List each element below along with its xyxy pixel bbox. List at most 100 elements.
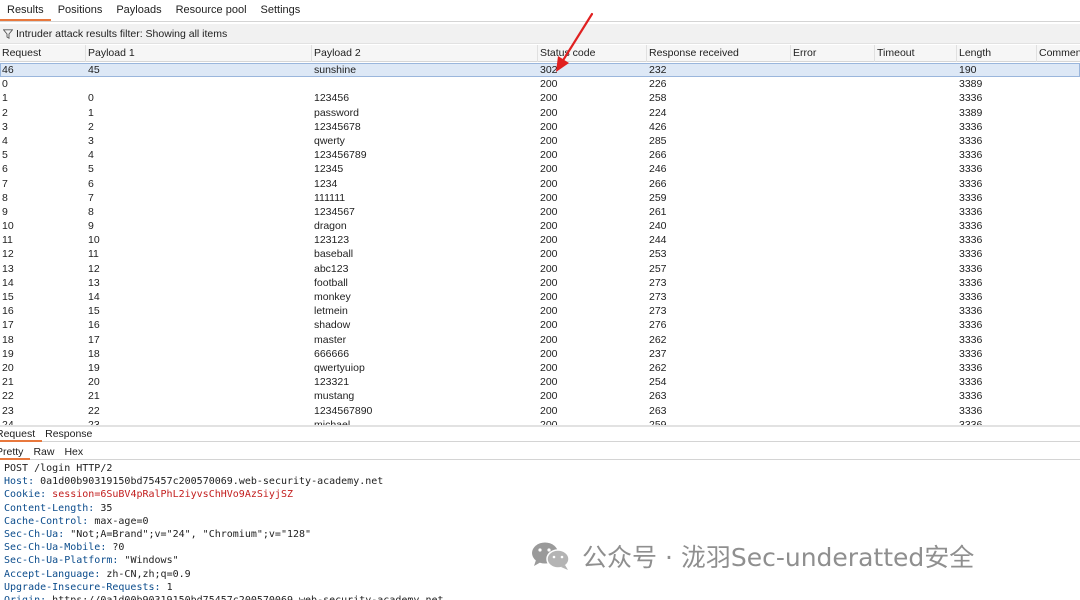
column-header-error[interactable]: Error — [791, 45, 875, 62]
cell-request: 5 — [2, 149, 8, 162]
cell-status-code: 200 — [540, 305, 558, 318]
cell-length: 3336 — [959, 291, 983, 303]
cell-timeout — [875, 77, 957, 91]
tab-positions[interactable]: Positions — [51, 0, 110, 21]
cell-comment — [1037, 191, 1080, 205]
column-header-timeout[interactable]: Timeout — [875, 45, 957, 62]
column-header-length[interactable]: Length — [957, 45, 1037, 62]
table-row[interactable]: 3 2 12345678 200 426 3336 — [0, 120, 1080, 134]
table-row[interactable]: 21 20 123321 200 254 3336 — [0, 375, 1080, 389]
table-row[interactable]: 18 17 master 200 262 3336 — [0, 333, 1080, 347]
cell-error — [791, 233, 875, 247]
header-separator: : — [100, 542, 113, 554]
header-line: Host: 0a1d00b90319150bd75457c200570069.w… — [4, 475, 1080, 488]
cell-length: 3336 — [959, 120, 983, 133]
request-editor[interactable]: POST /login HTTP/2 Host: 0a1d00b90319150… — [0, 462, 1080, 600]
table-row[interactable]: 17 16 shadow 200 276 3336 — [0, 318, 1080, 332]
table-row[interactable]: 5 4 123456789 200 266 3336 — [0, 148, 1080, 162]
table-row[interactable]: 6 5 12345 200 246 3336 — [0, 162, 1080, 176]
tab-resource-pool[interactable]: Resource pool — [169, 0, 254, 21]
tab-payloads[interactable]: Payloads — [109, 0, 168, 21]
tab-pretty[interactable]: Pretty — [0, 446, 31, 460]
cell-payload-2: abc123 — [314, 262, 349, 275]
table-row[interactable]: 11 10 123123 200 244 3336 — [0, 233, 1080, 247]
table-row[interactable]: 7 6 1234 200 266 3336 — [0, 177, 1080, 191]
table-header: Request Payload 1 Payload 2 Status code … — [0, 45, 1080, 62]
cell-length: 3336 — [959, 220, 983, 233]
cell-request: 13 — [2, 262, 14, 275]
cell-status-code: 200 — [540, 149, 558, 162]
table-row[interactable]: 16 15 letmein 200 273 3336 — [0, 304, 1080, 318]
table-row[interactable]: 0 200 226 3389 — [0, 77, 1080, 91]
table-row[interactable]: 4 3 qwerty 200 285 3336 — [0, 134, 1080, 148]
cell-length: 3336 — [959, 248, 983, 261]
header-separator: : — [40, 489, 53, 501]
table-row[interactable]: 1 0 123456 200 258 3336 — [0, 91, 1080, 105]
column-header-payload-1[interactable]: Payload 1 — [86, 45, 312, 62]
cell-response-received: 258 — [649, 92, 667, 105]
cell-payload-1: 2 — [88, 120, 94, 133]
table-row[interactable]: 12 11 baseball 200 253 3336 — [0, 247, 1080, 261]
table-row[interactable]: 24 23 michael 200 259 3336 — [0, 418, 1080, 425]
table-row[interactable]: 9 8 1234567 200 261 3336 — [0, 205, 1080, 219]
tab-hex[interactable]: Hex — [61, 446, 90, 460]
header-separator: : — [82, 515, 95, 527]
cell-comment — [1037, 148, 1080, 162]
tab-raw[interactable]: Raw — [30, 446, 61, 460]
cell-timeout — [875, 134, 957, 148]
cell-status-code: 200 — [540, 120, 558, 133]
cell-payload-2: 123456 — [314, 92, 350, 105]
cell-request: 6 — [2, 163, 8, 176]
cell-payload-1: 12 — [88, 262, 100, 275]
cell-status-code: 200 — [540, 177, 558, 190]
cell-timeout — [875, 233, 957, 247]
table-row[interactable]: 8 7 111111 200 259 3336 — [0, 191, 1080, 205]
cell-status-code: 200 — [540, 220, 558, 233]
header-value: 0a1d00b90319150bd75457c200570069.web-sec… — [40, 476, 384, 488]
cell-length: 3336 — [959, 376, 983, 389]
results-filter-bar[interactable]: Intruder attack results filter: Showing … — [0, 24, 1080, 44]
cell-status-code: 200 — [540, 333, 558, 346]
table-row[interactable]: 23 22 1234567890 200 263 3336 — [0, 404, 1080, 418]
cell-error — [791, 389, 875, 403]
results-table: Request Payload 1 Payload 2 Status code … — [0, 45, 1080, 425]
table-row[interactable]: 13 12 abc123 200 257 3336 — [0, 262, 1080, 276]
table-row[interactable]: 20 19 qwertyuiop 200 262 3336 — [0, 361, 1080, 375]
column-header-payload-2[interactable]: Payload 2 — [312, 45, 538, 62]
tab-request[interactable]: Request — [0, 427, 43, 442]
cell-payload-2: 1234567890 — [314, 404, 373, 417]
header-name: Upgrade-Insecure-Requests — [4, 581, 155, 593]
column-header-comment[interactable]: Comment — [1037, 45, 1080, 62]
cell-timeout — [875, 347, 957, 361]
cell-payload-2: shadow — [314, 319, 351, 332]
cell-comment — [1037, 134, 1080, 148]
cell-comment — [1037, 219, 1080, 233]
cell-request: 17 — [2, 319, 14, 332]
cell-error — [791, 361, 875, 375]
header-value: https://0a1d00b90319150bd75457c200570069… — [52, 595, 443, 600]
cell-response-received: 257 — [649, 262, 667, 275]
cell-error — [791, 219, 875, 233]
table-row[interactable]: 15 14 monkey 200 273 3336 — [0, 290, 1080, 304]
tab-results[interactable]: Results — [0, 0, 51, 21]
cell-comment — [1037, 333, 1080, 347]
column-header-request[interactable]: Request — [0, 45, 86, 62]
tab-response[interactable]: Response — [42, 427, 99, 442]
header-value: max-age=0 — [94, 515, 149, 527]
cell-comment — [1037, 106, 1080, 120]
cell-timeout — [875, 205, 957, 219]
table-row[interactable]: 2 1 password 200 224 3389 — [0, 106, 1080, 120]
column-header-response-received[interactable]: Response received — [647, 45, 791, 62]
cell-response-received: 254 — [649, 376, 667, 389]
cell-status-code: 200 — [540, 404, 558, 417]
tab-settings[interactable]: Settings — [254, 0, 308, 21]
table-row[interactable]: 22 21 mustang 200 263 3336 — [0, 389, 1080, 403]
table-row[interactable]: 19 18 666666 200 237 3336 — [0, 347, 1080, 361]
cell-status-code: 200 — [540, 78, 558, 91]
table-row[interactable]: 10 9 dragon 200 240 3336 — [0, 219, 1080, 233]
table-row[interactable]: 46 45 sunshine 302 232 190 — [0, 63, 1080, 78]
cell-timeout — [875, 191, 957, 205]
table-row[interactable]: 14 13 football 200 273 3336 — [0, 276, 1080, 290]
column-header-status-code[interactable]: Status code — [538, 45, 647, 62]
cell-length: 3336 — [959, 149, 983, 162]
